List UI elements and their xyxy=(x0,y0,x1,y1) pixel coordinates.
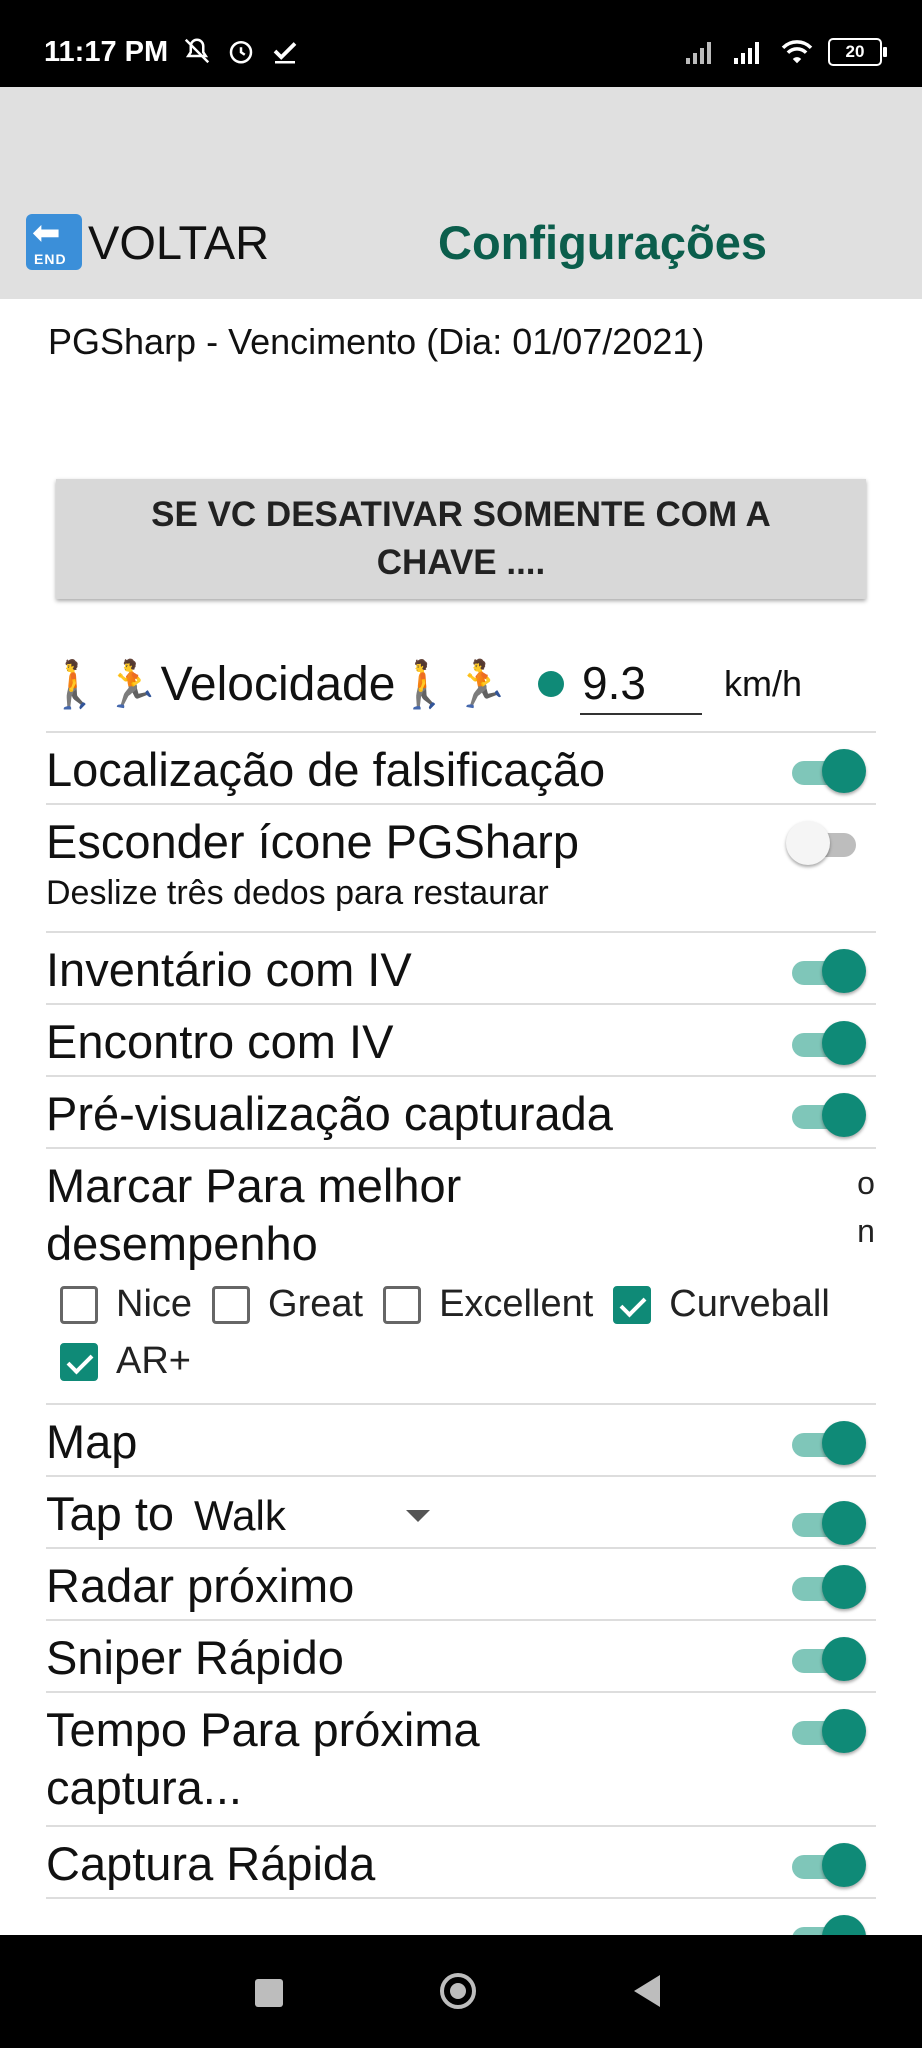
end-arrow-icon: ⬅ END xyxy=(26,214,82,270)
checkbox-box xyxy=(60,1285,98,1324)
checkbox-label: Excellent xyxy=(439,1283,594,1325)
row-label: Tap to Walk xyxy=(46,1477,746,1545)
checkbox-label: Curveball xyxy=(669,1283,830,1325)
status-bar: 11:17 PM 20 xyxy=(0,0,922,87)
deactivate-button[interactable]: SE VC DESATIVAR SOMENTE COM A CHAVE .... xyxy=(56,479,866,599)
status-icons-left xyxy=(182,36,300,66)
walking-icon: 🚶 xyxy=(395,657,453,710)
checkbox-label: Great xyxy=(268,1283,364,1325)
checkbox-box xyxy=(212,1285,251,1324)
row-label: Marcar Para melhor desempenho xyxy=(46,1159,462,1270)
row-tap-to: Tap to Walk xyxy=(46,1475,876,1547)
tap-to-dropdown[interactable]: Walk xyxy=(194,1487,430,1545)
toggle-hide-icon[interactable] xyxy=(786,821,866,865)
row-inventory-iv: Inventário com IV xyxy=(46,931,876,1003)
back-label: VOLTAR xyxy=(88,215,270,269)
on-text[interactable]: o n xyxy=(856,1159,876,1255)
wifi-icon xyxy=(781,40,813,64)
battery-icon: 20 xyxy=(828,38,887,66)
row-map: Map xyxy=(46,1403,876,1475)
toggle-inventory-iv[interactable] xyxy=(786,949,866,993)
toggle-capture-preview[interactable] xyxy=(786,1093,866,1137)
toggle-encounter-iv[interactable] xyxy=(786,1021,866,1065)
row-quick-catch: Captura Rápida xyxy=(46,1825,876,1897)
checkbox-curveball[interactable]: Curveball xyxy=(613,1283,830,1326)
row-sniper: Sniper Rápido xyxy=(46,1619,876,1691)
row-label: Sniper Rápido xyxy=(46,1631,344,1684)
running-icon: 🏃 xyxy=(103,657,161,710)
row-capture-preview: Pré-visualização capturada xyxy=(46,1075,876,1147)
toggle-radar[interactable] xyxy=(786,1565,866,1609)
row-label: Esconder ícone PGSharp xyxy=(46,815,579,868)
row-hide-icon: Esconder ícone PGSharp Deslize três dedo… xyxy=(46,803,876,931)
status-time: 11:17 PM xyxy=(44,36,169,68)
signal-icon xyxy=(686,42,711,64)
checkbox-excellent[interactable]: Excellent xyxy=(383,1283,593,1326)
row-mark-performance: Marcar Para melhor desempenho o n Nice G… xyxy=(46,1147,876,1403)
toggle-tap-to[interactable] xyxy=(786,1501,866,1545)
walking-icon: 🚶 xyxy=(46,657,104,710)
row-label: Captura Rápida xyxy=(46,1837,376,1890)
speed-label: Velocidade xyxy=(160,657,396,711)
row-label: Inventário com IV xyxy=(46,943,412,996)
toggle-partial[interactable] xyxy=(786,1915,866,1935)
recents-icon[interactable] xyxy=(255,1979,283,2007)
checkbox-label: AR+ xyxy=(116,1340,191,1382)
check-icon xyxy=(273,42,297,64)
navigation-bar xyxy=(0,1935,922,2048)
speed-unit: km/h xyxy=(724,663,803,704)
row-sublabel: Deslize três dedos para restaurar xyxy=(46,874,549,912)
expiry-text: PGSharp - Vencimento (Dia: 01/07/2021) xyxy=(48,321,705,362)
dropdown-value: Walk xyxy=(194,1492,286,1539)
row-next-capture: Tempo Para próxima captura... xyxy=(46,1691,876,1825)
speed-input[interactable]: 9.3 xyxy=(580,653,702,715)
checkbox-great[interactable]: Great xyxy=(212,1283,363,1326)
row-label: Radar próximo xyxy=(46,1559,355,1612)
settings-list: Localização de falsificação Esconder íco… xyxy=(46,731,876,1935)
tap-to-label: Tap to xyxy=(46,1487,175,1540)
running-icon: 🏃 xyxy=(452,657,510,710)
toggle-quick-catch[interactable] xyxy=(786,1843,866,1887)
settings-panel: PGSharp - Vencimento (Dia: 01/07/2021) S… xyxy=(26,299,886,1935)
status-icons-right: 20 xyxy=(684,38,887,66)
speed-row: 🚶 🏃 Velocidade 🚶 🏃 9.3 km/h xyxy=(46,644,886,724)
row-spoof-location: Localização de falsificação xyxy=(46,731,876,803)
checkbox-label: Nice xyxy=(116,1283,193,1325)
checkbox-nice[interactable]: Nice xyxy=(60,1283,192,1326)
checkbox-box xyxy=(613,1285,652,1324)
throw-checkboxes: Nice Great Excellent Curveball AR+ xyxy=(46,1273,876,1391)
caret-down-icon xyxy=(405,1510,430,1522)
row-partial xyxy=(46,1897,876,1935)
toggle-next-capture[interactable] xyxy=(786,1709,866,1753)
checkbox-box xyxy=(383,1285,422,1324)
row-radar: Radar próximo xyxy=(46,1547,876,1619)
row-label: Localização de falsificação xyxy=(46,743,606,796)
muted-icon xyxy=(184,38,210,64)
back-button[interactable]: ⬅ END VOLTAR xyxy=(26,214,269,270)
row-label: Pré-visualização capturada xyxy=(46,1087,613,1140)
toggle-spoof-location[interactable] xyxy=(786,749,866,793)
toggle-map[interactable] xyxy=(786,1421,866,1465)
checkbox-ar-plus[interactable]: AR+ xyxy=(60,1340,191,1383)
row-label: Encontro com IV xyxy=(46,1015,394,1068)
home-icon[interactable] xyxy=(440,1973,476,2009)
checkbox-box xyxy=(60,1342,98,1381)
row-label: Tempo Para próxima captura... xyxy=(46,1703,480,1814)
row-label: Map xyxy=(46,1415,138,1468)
signal-icon xyxy=(734,42,759,64)
speed-indicator-dot xyxy=(538,671,564,697)
toggle-sniper[interactable] xyxy=(786,1637,866,1681)
page-title: Configurações xyxy=(438,216,768,269)
alarm-icon xyxy=(229,41,253,64)
back-triangle-icon[interactable] xyxy=(634,1975,660,2007)
row-encounter-iv: Encontro com IV xyxy=(46,1003,876,1075)
